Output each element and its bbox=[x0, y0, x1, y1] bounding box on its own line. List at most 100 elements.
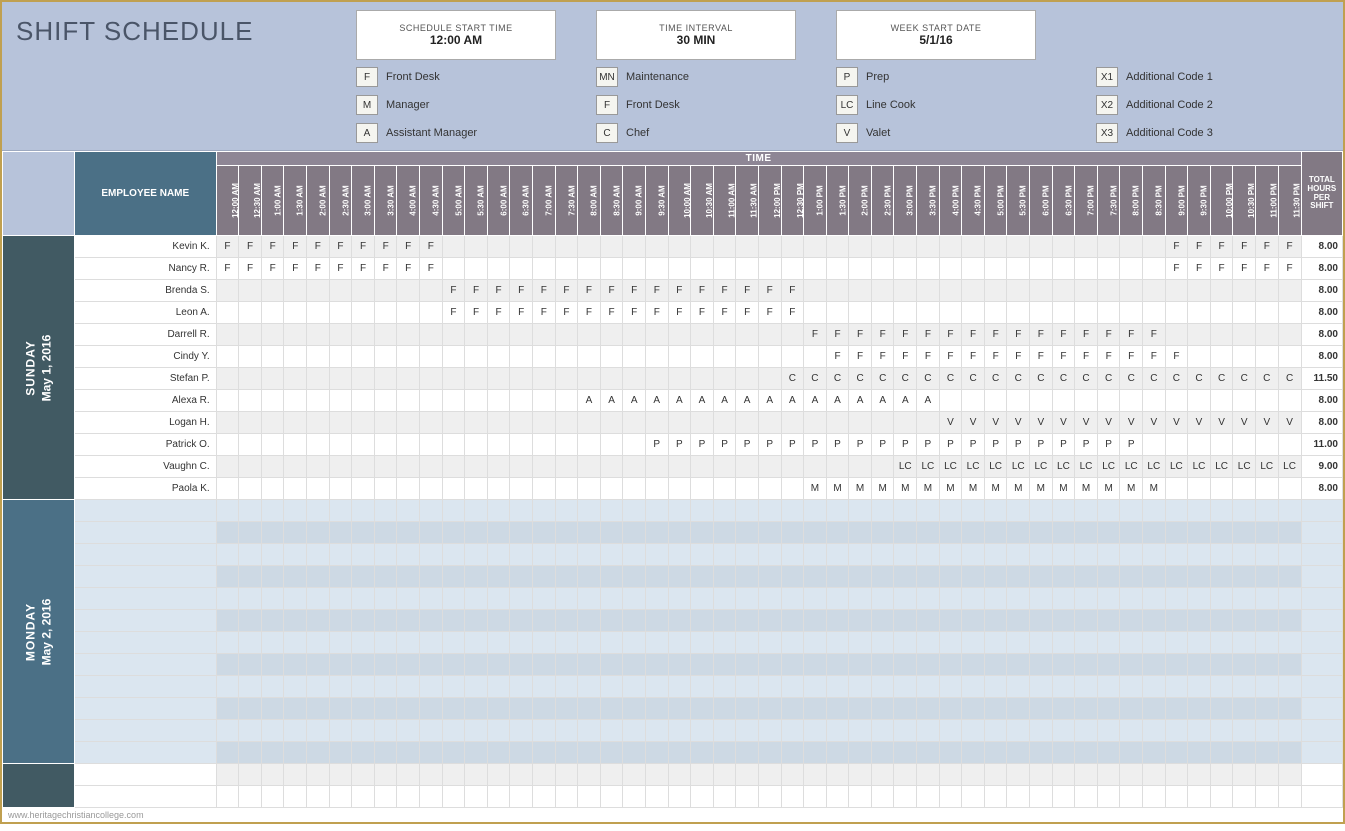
shift-cell[interactable] bbox=[691, 346, 714, 368]
shift-cell[interactable] bbox=[623, 610, 646, 632]
shift-cell[interactable] bbox=[261, 434, 284, 456]
shift-cell[interactable] bbox=[329, 544, 352, 566]
shift-cell[interactable] bbox=[555, 434, 578, 456]
shift-cell[interactable] bbox=[871, 742, 894, 764]
shift-cell[interactable] bbox=[578, 742, 601, 764]
shift-cell[interactable] bbox=[1210, 280, 1233, 302]
shift-cell[interactable]: P bbox=[894, 434, 917, 456]
shift-cell[interactable] bbox=[555, 654, 578, 676]
shift-cell[interactable] bbox=[984, 676, 1007, 698]
shift-cell[interactable] bbox=[668, 742, 691, 764]
shift-cell[interactable] bbox=[804, 698, 827, 720]
shift-cell[interactable] bbox=[691, 720, 714, 742]
shift-cell[interactable] bbox=[1052, 544, 1075, 566]
shift-cell[interactable] bbox=[939, 654, 962, 676]
shift-cell[interactable] bbox=[1188, 324, 1211, 346]
shift-cell[interactable]: F bbox=[939, 324, 962, 346]
shift-cell[interactable] bbox=[216, 478, 239, 500]
shift-cell[interactable] bbox=[329, 302, 352, 324]
shift-cell[interactable] bbox=[1233, 742, 1256, 764]
shift-cell[interactable] bbox=[465, 786, 488, 808]
shift-cell[interactable] bbox=[1120, 390, 1143, 412]
shift-cell[interactable] bbox=[216, 302, 239, 324]
shift-cell[interactable]: C bbox=[849, 368, 872, 390]
shift-cell[interactable]: LC bbox=[1165, 456, 1188, 478]
shift-cell[interactable] bbox=[284, 522, 307, 544]
shift-cell[interactable] bbox=[397, 390, 420, 412]
shift-cell[interactable] bbox=[1255, 566, 1278, 588]
shift-cell[interactable] bbox=[239, 632, 262, 654]
shift-cell[interactable] bbox=[329, 786, 352, 808]
shift-cell[interactable]: C bbox=[894, 368, 917, 390]
shift-cell[interactable] bbox=[1255, 346, 1278, 368]
employee-name[interactable] bbox=[74, 544, 216, 566]
shift-cell[interactable] bbox=[532, 412, 555, 434]
shift-cell[interactable] bbox=[307, 412, 330, 434]
shift-cell[interactable]: F bbox=[397, 236, 420, 258]
shift-cell[interactable] bbox=[578, 434, 601, 456]
shift-cell[interactable] bbox=[1278, 302, 1301, 324]
shift-cell[interactable] bbox=[1143, 632, 1166, 654]
shift-cell[interactable] bbox=[645, 412, 668, 434]
shift-cell[interactable] bbox=[1233, 786, 1256, 808]
shift-cell[interactable] bbox=[578, 478, 601, 500]
shift-cell[interactable] bbox=[307, 786, 330, 808]
shift-cell[interactable] bbox=[939, 698, 962, 720]
shift-cell[interactable] bbox=[329, 566, 352, 588]
shift-cell[interactable] bbox=[329, 456, 352, 478]
shift-cell[interactable] bbox=[487, 544, 510, 566]
shift-cell[interactable] bbox=[397, 478, 420, 500]
shift-cell[interactable] bbox=[668, 676, 691, 698]
shift-cell[interactable] bbox=[781, 566, 804, 588]
shift-cell[interactable] bbox=[374, 720, 397, 742]
shift-cell[interactable] bbox=[374, 698, 397, 720]
shift-cell[interactable] bbox=[804, 412, 827, 434]
shift-cell[interactable] bbox=[239, 500, 262, 522]
shift-cell[interactable] bbox=[962, 588, 985, 610]
shift-cell[interactable] bbox=[871, 456, 894, 478]
shift-cell[interactable] bbox=[600, 478, 623, 500]
shift-cell[interactable] bbox=[1007, 566, 1030, 588]
shift-cell[interactable] bbox=[578, 786, 601, 808]
shift-cell[interactable] bbox=[1030, 500, 1053, 522]
shift-cell[interactable] bbox=[555, 324, 578, 346]
shift-cell[interactable] bbox=[216, 632, 239, 654]
shift-cell[interactable] bbox=[736, 786, 759, 808]
shift-cell[interactable] bbox=[510, 610, 533, 632]
shift-cell[interactable] bbox=[555, 456, 578, 478]
employee-name[interactable]: Alexa R. bbox=[74, 390, 216, 412]
shift-cell[interactable] bbox=[216, 544, 239, 566]
shift-cell[interactable] bbox=[1120, 764, 1143, 786]
shift-cell[interactable] bbox=[736, 522, 759, 544]
shift-cell[interactable]: P bbox=[691, 434, 714, 456]
shift-cell[interactable]: F bbox=[1120, 346, 1143, 368]
shift-cell[interactable] bbox=[307, 588, 330, 610]
shift-cell[interactable] bbox=[420, 698, 443, 720]
shift-cell[interactable] bbox=[352, 434, 375, 456]
shift-cell[interactable] bbox=[962, 632, 985, 654]
shift-cell[interactable] bbox=[532, 456, 555, 478]
shift-cell[interactable] bbox=[713, 632, 736, 654]
shift-cell[interactable] bbox=[284, 390, 307, 412]
shift-cell[interactable] bbox=[1165, 566, 1188, 588]
shift-cell[interactable] bbox=[894, 676, 917, 698]
shift-cell[interactable] bbox=[917, 764, 940, 786]
shift-cell[interactable] bbox=[261, 478, 284, 500]
shift-cell[interactable]: F bbox=[1255, 236, 1278, 258]
shift-cell[interactable] bbox=[1097, 390, 1120, 412]
shift-cell[interactable] bbox=[1278, 478, 1301, 500]
shift-cell[interactable] bbox=[1075, 676, 1098, 698]
shift-cell[interactable] bbox=[465, 258, 488, 280]
shift-cell[interactable] bbox=[239, 346, 262, 368]
shift-cell[interactable] bbox=[352, 522, 375, 544]
shift-cell[interactable] bbox=[758, 588, 781, 610]
shift-cell[interactable] bbox=[532, 522, 555, 544]
shift-cell[interactable] bbox=[600, 412, 623, 434]
shift-cell[interactable] bbox=[645, 500, 668, 522]
shift-cell[interactable]: M bbox=[804, 478, 827, 500]
shift-cell[interactable] bbox=[397, 742, 420, 764]
shift-cell[interactable] bbox=[465, 478, 488, 500]
shift-cell[interactable] bbox=[284, 544, 307, 566]
shift-cell[interactable] bbox=[397, 412, 420, 434]
shift-cell[interactable] bbox=[1097, 236, 1120, 258]
